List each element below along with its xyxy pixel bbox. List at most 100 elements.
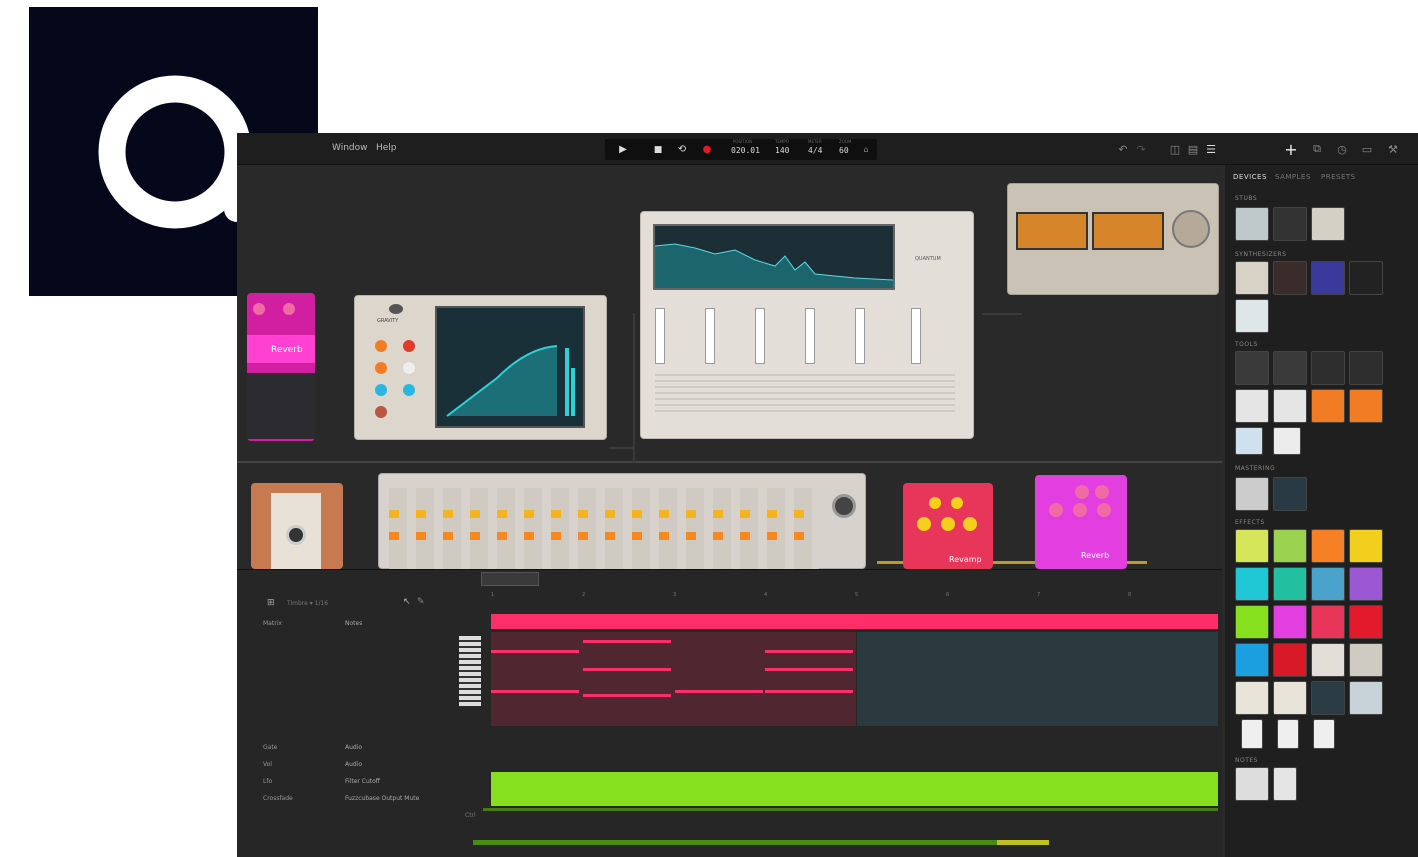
- automation-lane[interactable]: [491, 772, 1218, 806]
- device-thumb[interactable]: [1235, 427, 1263, 455]
- note[interactable]: [491, 690, 579, 693]
- device-thumb[interactable]: [1311, 389, 1345, 423]
- device-thumb[interactable]: [1235, 477, 1269, 511]
- device-thumb[interactable]: [1273, 605, 1307, 639]
- note[interactable]: [765, 650, 853, 653]
- device-thumb[interactable]: [1273, 767, 1297, 801]
- menu-window[interactable]: Window: [332, 143, 368, 153]
- device-thumb[interactable]: [1273, 529, 1307, 563]
- device-thumb[interactable]: [1273, 477, 1307, 511]
- device-thumb[interactable]: [1311, 567, 1345, 601]
- tab-samples[interactable]: SAMPLES: [1275, 173, 1311, 181]
- device-thumb[interactable]: [1235, 567, 1269, 601]
- device-thumb[interactable]: [1311, 261, 1345, 295]
- gravity-compressor[interactable]: GRAVITY: [354, 295, 607, 440]
- track-type[interactable]: Audio: [345, 744, 362, 751]
- note[interactable]: [491, 650, 579, 653]
- add-icon[interactable]: +: [1283, 140, 1299, 159]
- revamp-pedal[interactable]: Revamp: [903, 483, 993, 569]
- scroll-handle[interactable]: [481, 572, 539, 586]
- zoom-value[interactable]: 60: [839, 146, 849, 155]
- clock-icon[interactable]: ◷: [1334, 141, 1350, 157]
- device-thumb[interactable]: [1235, 261, 1269, 295]
- layout-grid-icon[interactable]: ▤: [1185, 141, 1201, 157]
- track-name[interactable]: Gate: [263, 744, 277, 751]
- track-type[interactable]: Fuzzcubase Output Mute: [345, 795, 419, 802]
- empty-grid[interactable]: [857, 632, 1218, 726]
- device-thumb[interactable]: [1273, 567, 1307, 601]
- tab-presets[interactable]: PRESETS: [1321, 173, 1356, 181]
- device-thumb[interactable]: [1235, 351, 1269, 385]
- device-thumb[interactable]: [1235, 299, 1269, 333]
- note[interactable]: [583, 668, 671, 671]
- play-button[interactable]: ▶: [613, 139, 633, 160]
- reverb-pedal-left[interactable]: Reverb: [247, 293, 315, 441]
- device-thumb[interactable]: [1349, 261, 1383, 295]
- device-thumb[interactable]: [1241, 719, 1263, 749]
- pointer-tool-icon[interactable]: ↖: [403, 597, 411, 607]
- layout-split-icon[interactable]: ◫: [1167, 141, 1183, 157]
- device-thumb[interactable]: [1311, 351, 1345, 385]
- pencil-tool-icon[interactable]: ✎: [417, 597, 425, 607]
- track-type[interactable]: Filter Cutoff: [345, 778, 380, 785]
- device-thumb[interactable]: [1313, 719, 1335, 749]
- track-name[interactable]: Vol: [263, 761, 272, 768]
- device-thumb[interactable]: [1235, 389, 1269, 423]
- overview-bar[interactable]: [473, 840, 1049, 845]
- note[interactable]: [765, 690, 853, 693]
- redo-icon[interactable]: ↷: [1133, 141, 1149, 157]
- utility-device[interactable]: [251, 483, 343, 569]
- device-thumb[interactable]: [1235, 681, 1269, 715]
- device-thumb[interactable]: [1311, 681, 1345, 715]
- piano-keys[interactable]: [459, 636, 481, 706]
- device-thumb[interactable]: [1311, 605, 1345, 639]
- position-value[interactable]: 020.01: [731, 146, 760, 155]
- track-name[interactable]: Crossfade: [263, 795, 293, 802]
- quantum-analyzer[interactable]: QUANTUM: [640, 211, 974, 439]
- note[interactable]: [675, 690, 763, 693]
- device-thumb[interactable]: [1235, 605, 1269, 639]
- note[interactable]: [583, 640, 671, 643]
- device-thumb[interactable]: [1273, 643, 1307, 677]
- device-thumb[interactable]: [1349, 567, 1383, 601]
- overview-marker[interactable]: [997, 840, 1049, 845]
- record-button[interactable]: ●: [698, 139, 716, 160]
- track-type[interactable]: Audio: [345, 761, 362, 768]
- sequencer-title[interactable]: Timbre ▾ 1/16: [287, 600, 328, 607]
- track-name[interactable]: Lfo: [263, 778, 272, 785]
- stop-button[interactable]: ■: [649, 139, 667, 160]
- device-thumb[interactable]: [1349, 389, 1383, 423]
- chat-icon[interactable]: ▭: [1359, 141, 1375, 157]
- meter-value[interactable]: 4/4: [808, 146, 822, 155]
- copy-icon[interactable]: ⧉: [1309, 141, 1325, 157]
- device-thumb[interactable]: [1273, 207, 1307, 241]
- device-thumb[interactable]: [1273, 389, 1307, 423]
- reverb-pedal[interactable]: Reverb: [1035, 475, 1127, 569]
- device-thumb[interactable]: [1311, 207, 1345, 241]
- menu-help[interactable]: Help: [376, 143, 397, 153]
- grid-icon[interactable]: ⊞: [267, 598, 275, 608]
- device-thumb[interactable]: [1235, 207, 1269, 241]
- metronome-icon[interactable]: ⌂: [859, 139, 873, 160]
- device-thumb[interactable]: [1311, 643, 1345, 677]
- track-name[interactable]: Matrix: [263, 620, 282, 627]
- device-thumb[interactable]: [1349, 529, 1383, 563]
- device-thumb[interactable]: [1349, 643, 1383, 677]
- note[interactable]: [583, 694, 671, 697]
- device-thumb[interactable]: [1311, 529, 1345, 563]
- timeline-ruler[interactable]: 1 2 3 4 5 6 7 8: [491, 592, 1218, 604]
- tempo-value[interactable]: 140: [775, 146, 789, 155]
- layout-stack-icon[interactable]: ☰: [1203, 141, 1219, 157]
- note[interactable]: [765, 668, 853, 671]
- vu-meter-device[interactable]: [1007, 183, 1219, 295]
- undo-icon[interactable]: ↶: [1115, 141, 1131, 157]
- device-thumb[interactable]: [1273, 427, 1301, 455]
- device-thumb[interactable]: [1235, 529, 1269, 563]
- device-thumb[interactable]: [1235, 767, 1269, 801]
- track-type[interactable]: Notes: [345, 620, 362, 627]
- pattern-bar[interactable]: [491, 614, 1218, 629]
- device-thumb[interactable]: [1273, 351, 1307, 385]
- device-thumb[interactable]: [1235, 643, 1269, 677]
- wrench-icon[interactable]: ⚒: [1385, 141, 1401, 157]
- device-thumb[interactable]: [1349, 351, 1383, 385]
